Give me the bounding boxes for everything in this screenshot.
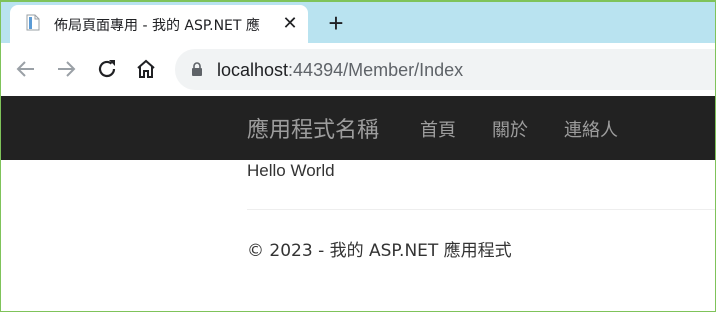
arrow-right-icon[interactable] xyxy=(54,57,78,81)
home-icon[interactable] xyxy=(134,57,158,81)
tab-strip: 佈局頁面專用 - 我的 ASP.NET 應 ✕ + xyxy=(0,0,716,45)
navbar-brand[interactable]: 應用程式名稱 xyxy=(247,112,379,144)
site-navbar: 應用程式名稱 首頁 關於 連絡人 xyxy=(0,96,716,160)
nav-link-about[interactable]: 關於 xyxy=(492,116,528,142)
tab-title: 佈局頁面專用 - 我的 ASP.NET 應 xyxy=(54,18,260,34)
nav-link-home[interactable]: 首頁 xyxy=(420,116,456,142)
nav-link-contact[interactable]: 連絡人 xyxy=(564,116,618,142)
url-path: :44394/Member/Index xyxy=(288,60,464,80)
page-icon xyxy=(26,14,40,31)
plus-icon[interactable]: + xyxy=(322,9,350,37)
lock-icon[interactable] xyxy=(191,62,203,76)
close-icon[interactable]: ✕ xyxy=(280,13,300,33)
address-bar[interactable]: localhost:44394/Member/Index xyxy=(175,49,716,90)
footer-text: © 2023 - 我的 ASP.NET 應用程式 xyxy=(247,241,512,261)
url-host: localhost xyxy=(217,60,289,80)
footer-divider xyxy=(247,209,716,210)
browser-tab[interactable]: 佈局頁面專用 - 我的 ASP.NET 應 ✕ xyxy=(10,5,308,45)
browser-toolbar: localhost:44394/Member/Index xyxy=(0,43,716,96)
url-text[interactable]: localhost:44394/Member/Index xyxy=(217,58,463,82)
arrow-left-icon[interactable] xyxy=(14,57,38,81)
body-text: Hello World xyxy=(247,161,335,180)
reload-icon[interactable] xyxy=(95,57,119,81)
